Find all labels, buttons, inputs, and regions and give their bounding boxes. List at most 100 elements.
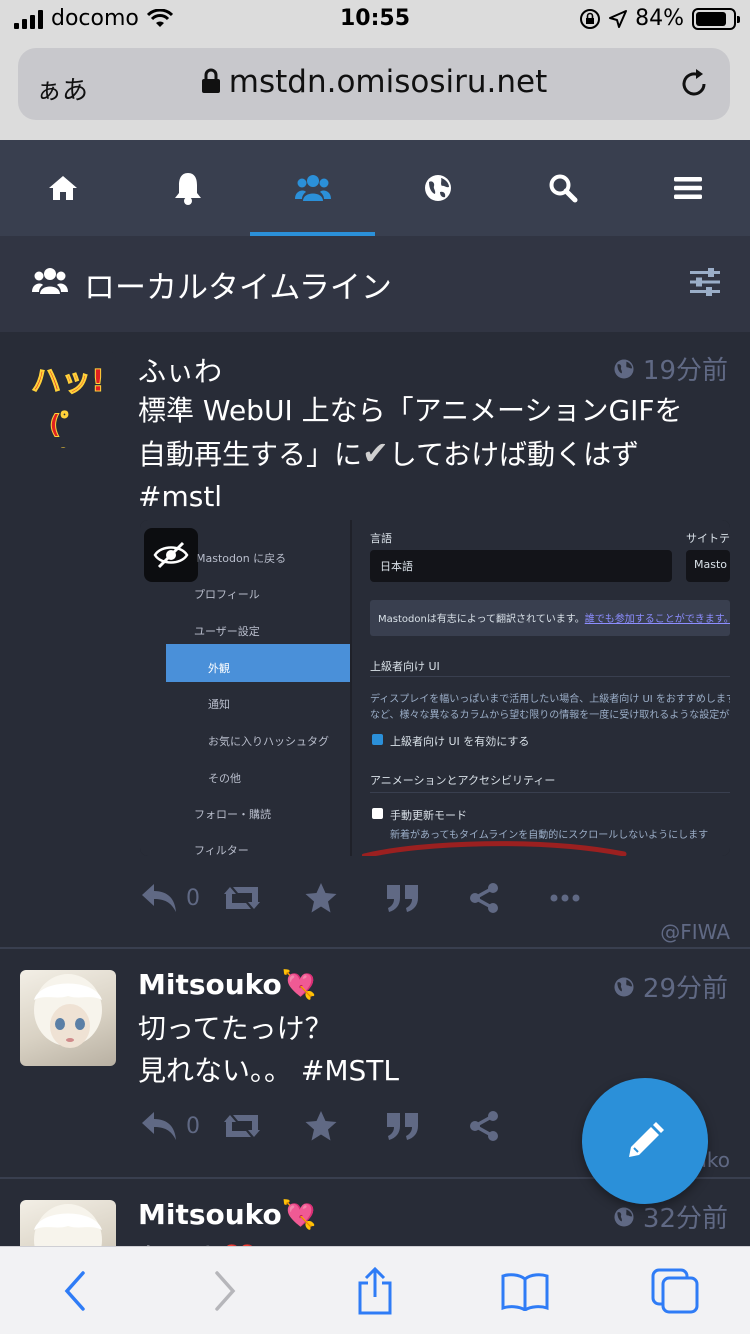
media-text: Masto [694, 558, 728, 571]
tab-local-timeline[interactable] [250, 140, 375, 236]
tab-search[interactable] [500, 140, 625, 236]
status-item[interactable]: ハッ! (゜д゜) ふぃわ 19分前 標準 WebUI 上なら「アニメーションG… [0, 332, 750, 949]
media-text: 手動更新モード [390, 809, 467, 822]
status-time[interactable]: 29分前 [613, 968, 728, 1005]
media-checkbox-unchecked [372, 808, 383, 819]
ios-status-bar: docomo 10:55 84% [0, 0, 750, 40]
display-name[interactable]: Mitsouko💘 [138, 1198, 317, 1231]
tabs-button[interactable] [635, 1261, 715, 1321]
media-attachment[interactable]: Mastodon に戻る プロフィール ユーザー設定 外観 通知 お気に入りハッ… [140, 520, 730, 856]
display-name[interactable]: Mitsouko💘 [138, 968, 317, 1001]
forward-button[interactable] [185, 1261, 265, 1321]
media-text: フォロー・購読 [194, 808, 271, 821]
avatar[interactable]: ハッ! (゜д゜) [20, 352, 116, 448]
reply-count: 0 [186, 885, 200, 911]
media-text: 上級者向け UI を有効にする [390, 735, 530, 748]
avatar-text-top: ハッ! [31, 364, 106, 400]
quote-button[interactable] [386, 878, 468, 918]
relative-time: 19分前 [642, 356, 728, 386]
relative-time: 32分前 [642, 1204, 728, 1234]
media-checkbox-checked [372, 734, 383, 745]
content-line: 標準 WebUI 上なら「アニメーションGIFを [138, 394, 683, 427]
status-action-bar: 0 [140, 1106, 550, 1146]
heart-arrow-emoji: 💘 [281, 1198, 317, 1231]
status-action-bar: 0 [140, 878, 632, 918]
address-bar[interactable]: ぁあ mstdn.omisosiru.net [18, 48, 730, 120]
home-icon [48, 176, 77, 200]
column-settings-icon[interactable] [690, 268, 720, 296]
url-text: mstdn.omisosiru.net [228, 64, 548, 100]
media-text: Mastodonは有志によって翻訳されています。誰でも参加することができます。 [378, 614, 730, 625]
url-display[interactable]: mstdn.omisosiru.net [18, 64, 730, 100]
boost-button[interactable] [222, 878, 304, 918]
media-text: 上級者向け UI [370, 660, 440, 673]
tabs-icon [651, 1268, 699, 1313]
media-text: 言語 [370, 532, 392, 545]
status-content: 標準 WebUI 上なら「アニメーションGIFを 自動再生する」に✔しておけば動… [138, 390, 728, 518]
eye-slash-icon [153, 541, 189, 569]
content-line: 自動再生する」に✔しておけば動くはず [138, 434, 640, 472]
media-text: フィルター [194, 844, 249, 856]
bookmarks-button[interactable] [485, 1261, 565, 1321]
compose-button[interactable] [582, 1078, 708, 1204]
media-text: その他 [208, 772, 241, 785]
media-text: 通知 [208, 698, 230, 711]
relative-time: 29分前 [642, 974, 728, 1004]
back-button[interactable] [35, 1261, 115, 1321]
pencil-icon [629, 1122, 664, 1157]
media-text: 日本語 [380, 560, 413, 573]
hamburger-menu-icon [673, 177, 702, 199]
hide-media-button[interactable] [144, 528, 198, 582]
tab-menu[interactable] [625, 140, 750, 236]
column-title: ローカルタイムライン [84, 270, 392, 306]
share-button[interactable] [468, 878, 550, 918]
share-upload-icon [358, 1266, 392, 1314]
tab-home[interactable] [0, 140, 125, 236]
avatar-text-bottom: (゜д゜) [38, 410, 98, 449]
media-text: Mastodon に戻る [196, 552, 287, 565]
battery-icon [692, 7, 740, 30]
media-text: ディスプレイを幅いっぱいまで活用したい場合、上級者向け UI をおすすめします。… [370, 694, 730, 705]
heart-arrow-emoji: 💘 [281, 968, 317, 1001]
favourite-button[interactable] [304, 878, 386, 918]
share-button[interactable] [468, 1106, 550, 1146]
status-time[interactable]: 32分前 [613, 1198, 728, 1235]
retweet-icon [224, 1115, 260, 1137]
share-sheet-button[interactable] [335, 1261, 415, 1321]
lock-icon [201, 68, 220, 93]
star-icon [305, 1111, 337, 1141]
tab-notifications[interactable] [125, 140, 250, 236]
globe-icon [614, 1206, 634, 1227]
quote-icon [387, 1113, 418, 1140]
reload-icon[interactable] [676, 66, 712, 102]
media-text: 外観 [208, 662, 230, 675]
media-text: など、様々な異なるカラムから望む限りの情報を一度に受け取れるような設定が可 [370, 710, 730, 721]
ellipsis-icon [550, 894, 580, 902]
chevron-right-icon [215, 1270, 236, 1311]
users-icon [294, 175, 331, 201]
avatar[interactable] [20, 970, 116, 1066]
globe-icon [614, 976, 634, 997]
quote-button[interactable] [386, 1106, 468, 1146]
check-mark-emoji: ✔ [362, 434, 389, 472]
favourite-button[interactable] [304, 1106, 386, 1146]
reply-button[interactable]: 0 [140, 878, 222, 918]
reply-icon [142, 1112, 176, 1140]
quote-icon [387, 885, 418, 912]
tab-federated-timeline[interactable] [375, 140, 500, 236]
media-text: アニメーションとアクセシビリティー [370, 774, 556, 787]
boost-button[interactable] [222, 1106, 304, 1146]
red-marker-stroke [362, 841, 627, 856]
more-button[interactable] [550, 878, 632, 918]
media-text: サイトテー [686, 532, 730, 545]
column-header: ローカルタイムライン [0, 236, 750, 332]
media-selected-item [166, 644, 350, 682]
hashtag-link[interactable]: #mstl [138, 476, 728, 518]
book-icon [501, 1272, 549, 1311]
bell-icon [174, 173, 201, 205]
reply-button[interactable]: 0 [140, 1106, 222, 1146]
orientation-lock-icon [580, 8, 601, 29]
status-time[interactable]: 19分前 [613, 350, 728, 387]
display-name[interactable]: ふぃわ [138, 350, 222, 390]
reply-icon [142, 884, 176, 912]
